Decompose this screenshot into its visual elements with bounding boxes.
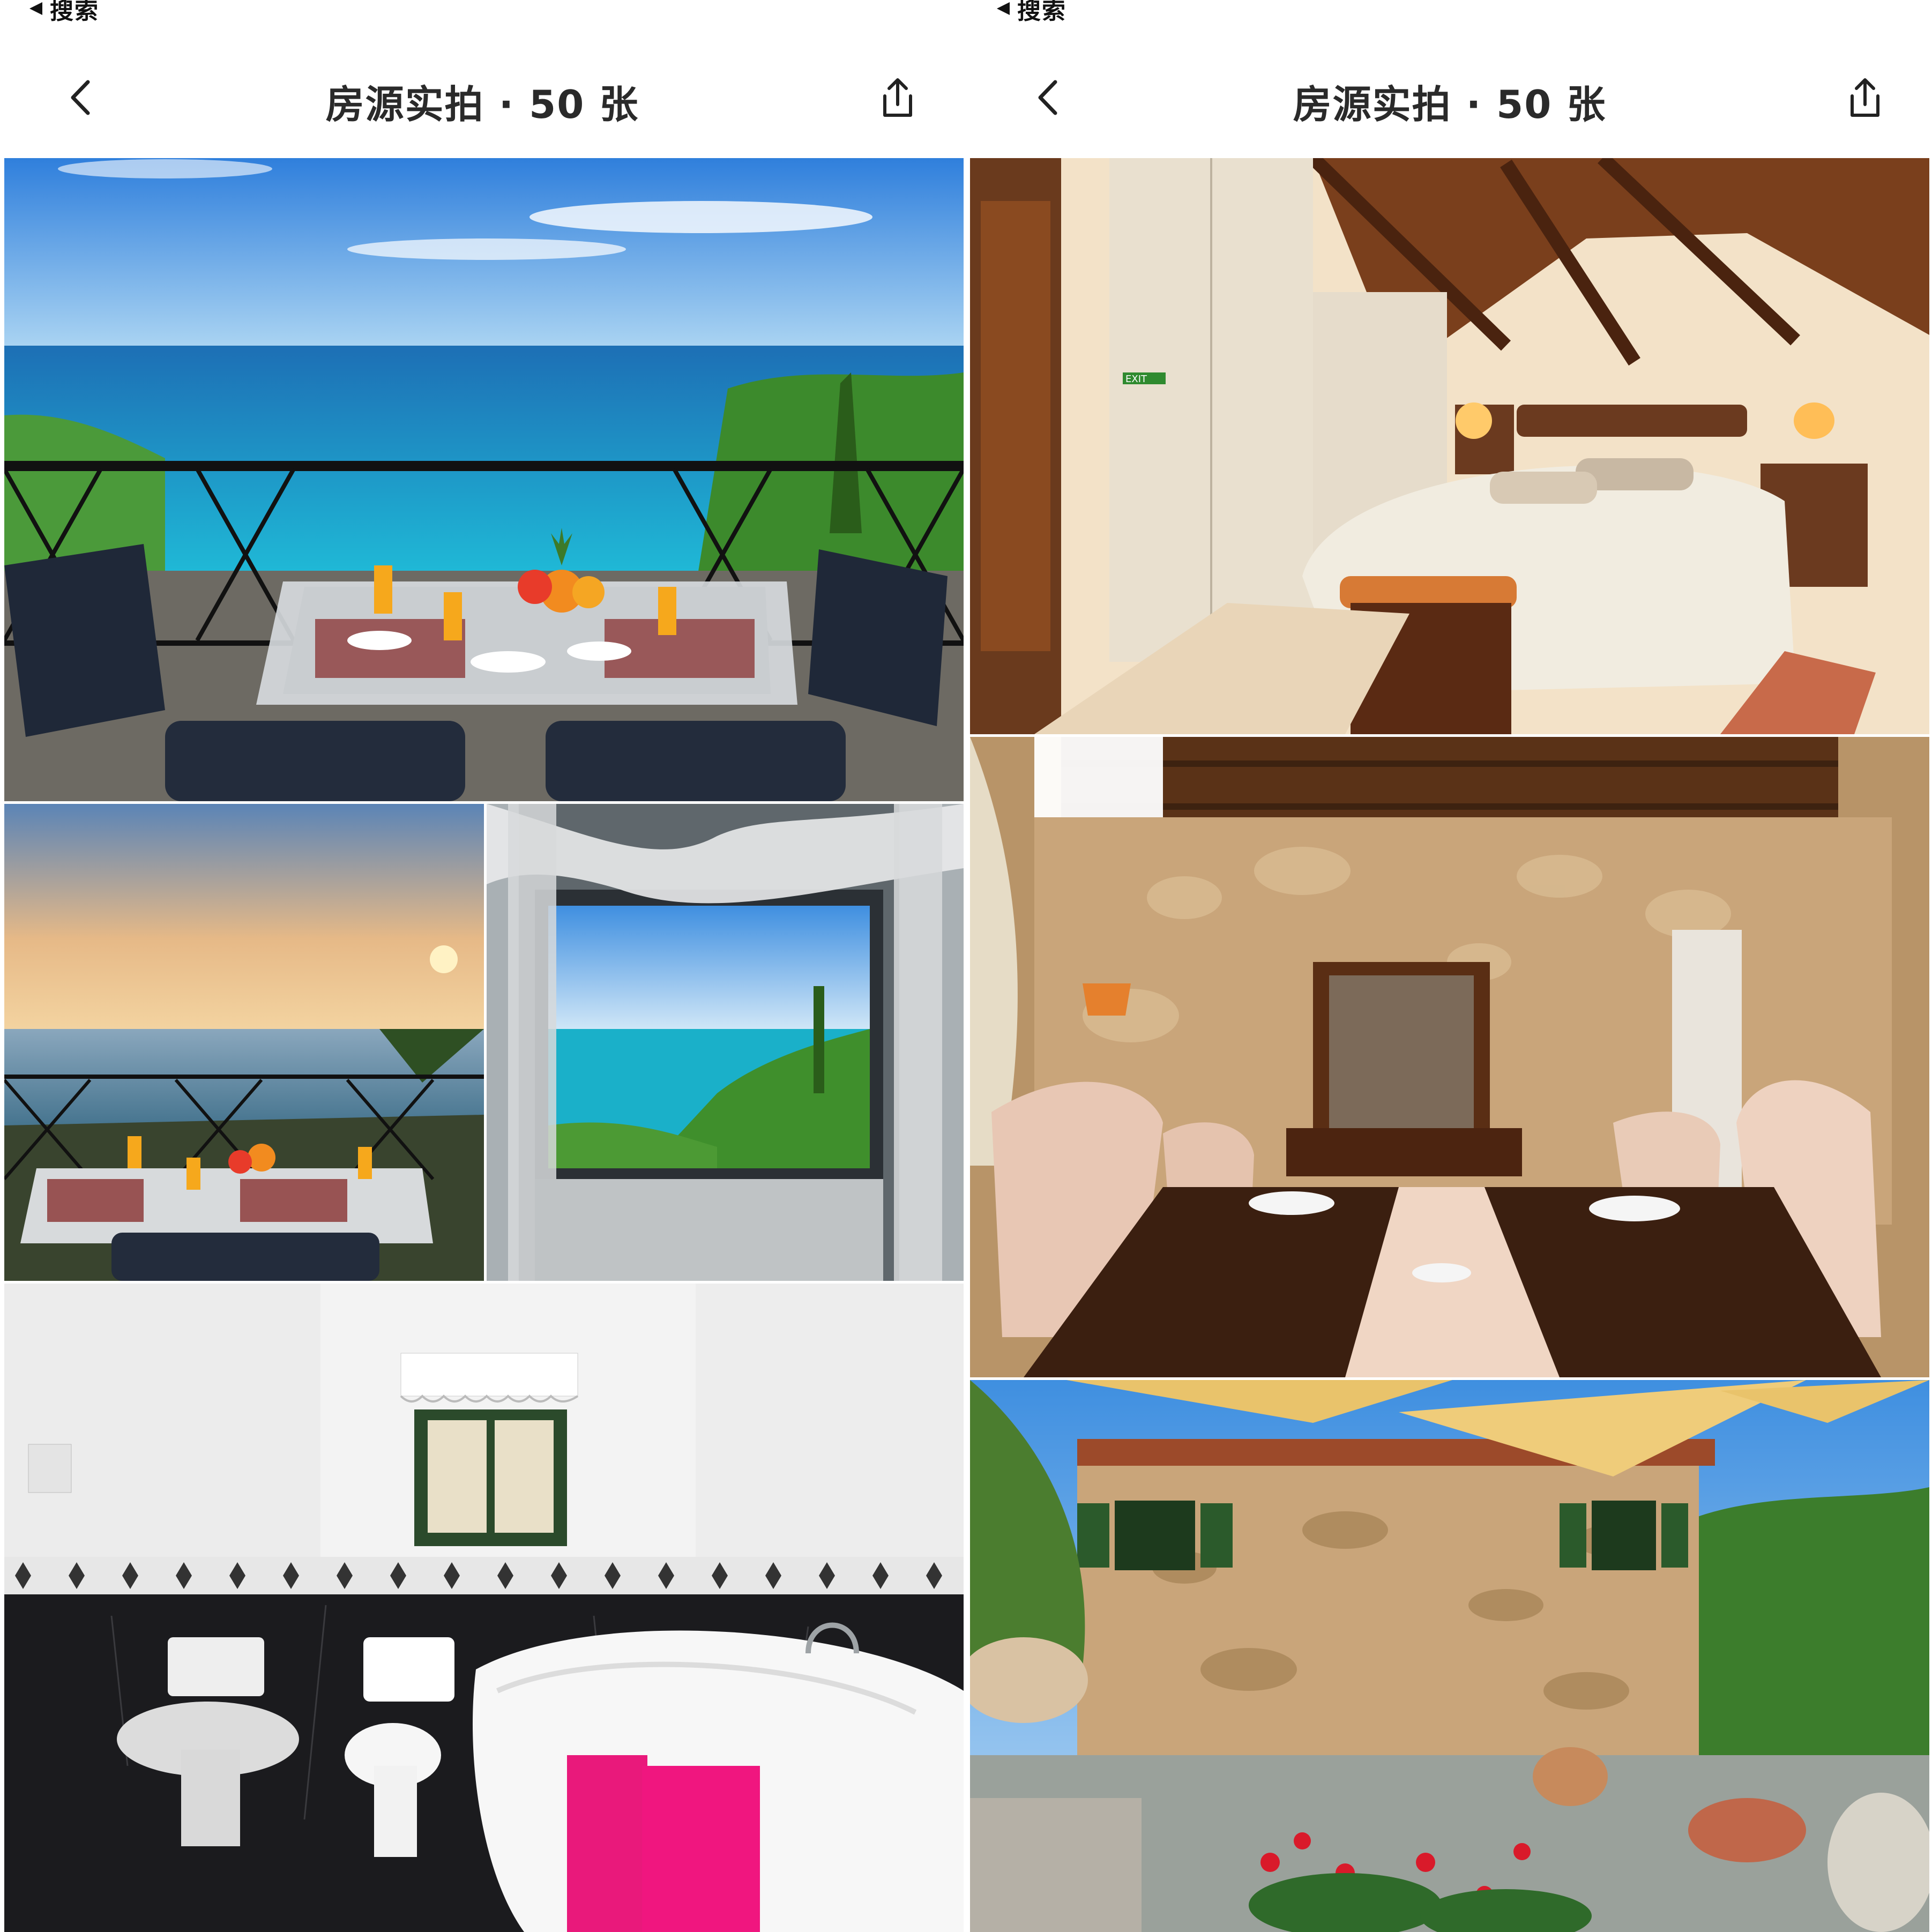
- status-back-link[interactable]: 搜索: [29, 0, 99, 25]
- back-triangle-icon: [29, 2, 42, 15]
- photo-marble-bathroom[interactable]: [4, 1284, 964, 1932]
- photo-window-sea-view[interactable]: [487, 804, 964, 1281]
- status-back-link[interactable]: 搜索: [997, 0, 1066, 25]
- photo-attic-bedroom[interactable]: EXIT: [970, 158, 1929, 734]
- share-button[interactable]: [874, 74, 922, 122]
- status-back-label: 搜索: [1017, 0, 1066, 25]
- exit-sign-label: EXIT: [1125, 374, 1147, 385]
- share-icon: [883, 78, 912, 117]
- photo-stone-house-garden[interactable]: [970, 1380, 1929, 1932]
- photo-sunset-balcony[interactable]: [4, 804, 484, 1281]
- page-title: 房源实拍 · 50 张: [1293, 82, 1607, 127]
- photo-stone-dining-room[interactable]: [970, 737, 1929, 1377]
- photo-balcony-breakfast[interactable]: [4, 158, 964, 801]
- photo-gallery-screen-left: 搜索 房源实拍 · 50 张: [0, 0, 965, 1932]
- share-button[interactable]: [1841, 74, 1889, 122]
- nav-bar: 房源实拍 · 50 张: [0, 59, 965, 134]
- status-back-label: 搜索: [50, 0, 99, 25]
- photo-gallery-screen-right: 搜索 房源实拍 · 50 张 EXIT: [967, 0, 1932, 1932]
- share-icon: [1851, 78, 1879, 117]
- back-triangle-icon: [997, 2, 1010, 15]
- nav-bar: 房源实拍 · 50 张: [967, 59, 1932, 134]
- page-title: 房源实拍 · 50 张: [325, 82, 639, 127]
